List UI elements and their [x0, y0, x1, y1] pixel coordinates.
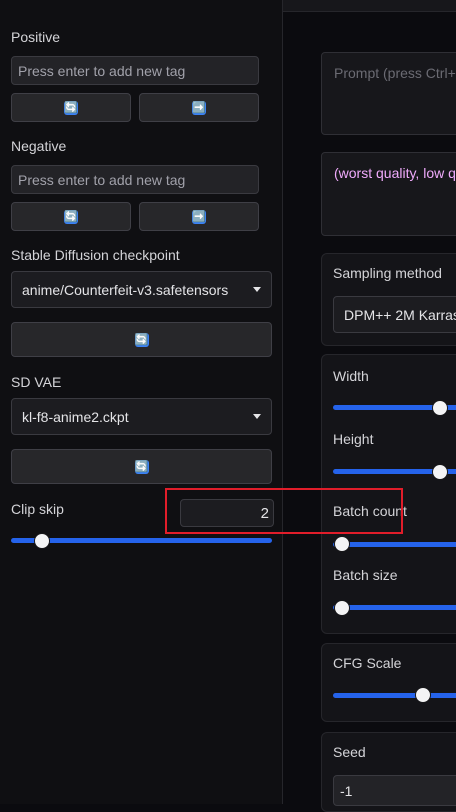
batch-size-slider-thumb[interactable] [334, 600, 350, 616]
vae-dropdown[interactable]: kl-f8-anime2.ckpt [11, 398, 272, 435]
vae-label: SD VAE [11, 374, 62, 390]
refresh-icon: 🔄 [64, 100, 78, 115]
cfg-scale-slider-track[interactable] [333, 693, 456, 698]
sampling-value: DPM++ 2M Karras [344, 306, 456, 323]
refresh-icon: 🔄 [134, 332, 149, 347]
vae-refresh-button[interactable]: 🔄 [11, 449, 272, 484]
width-slider-thumb[interactable] [432, 400, 448, 416]
width-label: Width [333, 368, 369, 384]
clip-skip-slider-thumb[interactable] [34, 533, 51, 549]
arrow-right-icon: ➡️ [192, 100, 206, 115]
positive-send-button[interactable]: ➡️ [139, 93, 259, 122]
batch-size-label: Batch size [333, 567, 398, 583]
refresh-icon: 🔄 [64, 209, 78, 224]
checkpoint-value: anime/Counterfeit-v3.safetensors [22, 281, 229, 298]
positive-refresh-button[interactable]: 🔄 [11, 93, 131, 122]
positive-label: Positive [11, 29, 61, 45]
batch-size-slider-track[interactable] [333, 605, 456, 610]
sampling-label: Sampling method [333, 265, 442, 281]
clip-skip-label: Clip skip [11, 501, 64, 517]
sampling-dropdown[interactable]: DPM++ 2M Karras [333, 296, 456, 333]
clip-skip-slider-track[interactable] [11, 538, 272, 543]
checkpoint-label: Stable Diffusion checkpoint [11, 247, 180, 263]
chevron-down-icon [253, 287, 261, 292]
prompt-textarea[interactable]: Prompt (press Ctrl+ [321, 52, 456, 135]
chevron-down-icon [253, 414, 261, 419]
cfg-scale-slider-thumb[interactable] [415, 687, 431, 703]
arrow-right-icon: ➡️ [192, 209, 206, 224]
checkpoint-dropdown[interactable]: anime/Counterfeit-v3.safetensors [11, 271, 272, 308]
cfg-scale-label: CFG Scale [333, 655, 402, 671]
negative-label: Negative [11, 138, 67, 154]
batch-count-slider-thumb[interactable] [334, 536, 350, 552]
vae-value: kl-f8-anime2.ckpt [22, 408, 129, 425]
annotation-highlight-box [165, 488, 403, 534]
positive-tag-input[interactable]: Press enter to add new tag [11, 56, 259, 85]
negative-refresh-button[interactable]: 🔄 [11, 202, 131, 231]
seed-input[interactable]: -1 [333, 775, 456, 806]
left-panel: Positive Press enter to add new tag 🔄 ➡️… [0, 0, 283, 804]
height-slider-thumb[interactable] [432, 464, 448, 480]
negative-prompt-textarea[interactable]: (worst quality, low q [321, 152, 456, 236]
checkpoint-refresh-button[interactable]: 🔄 [11, 322, 272, 357]
seed-label: Seed [333, 744, 366, 760]
refresh-icon: 🔄 [134, 459, 149, 474]
batch-count-slider-track[interactable] [333, 542, 456, 547]
negative-tag-input[interactable]: Press enter to add new tag [11, 165, 259, 194]
negative-send-button[interactable]: ➡️ [139, 202, 259, 231]
height-label: Height [333, 431, 374, 447]
